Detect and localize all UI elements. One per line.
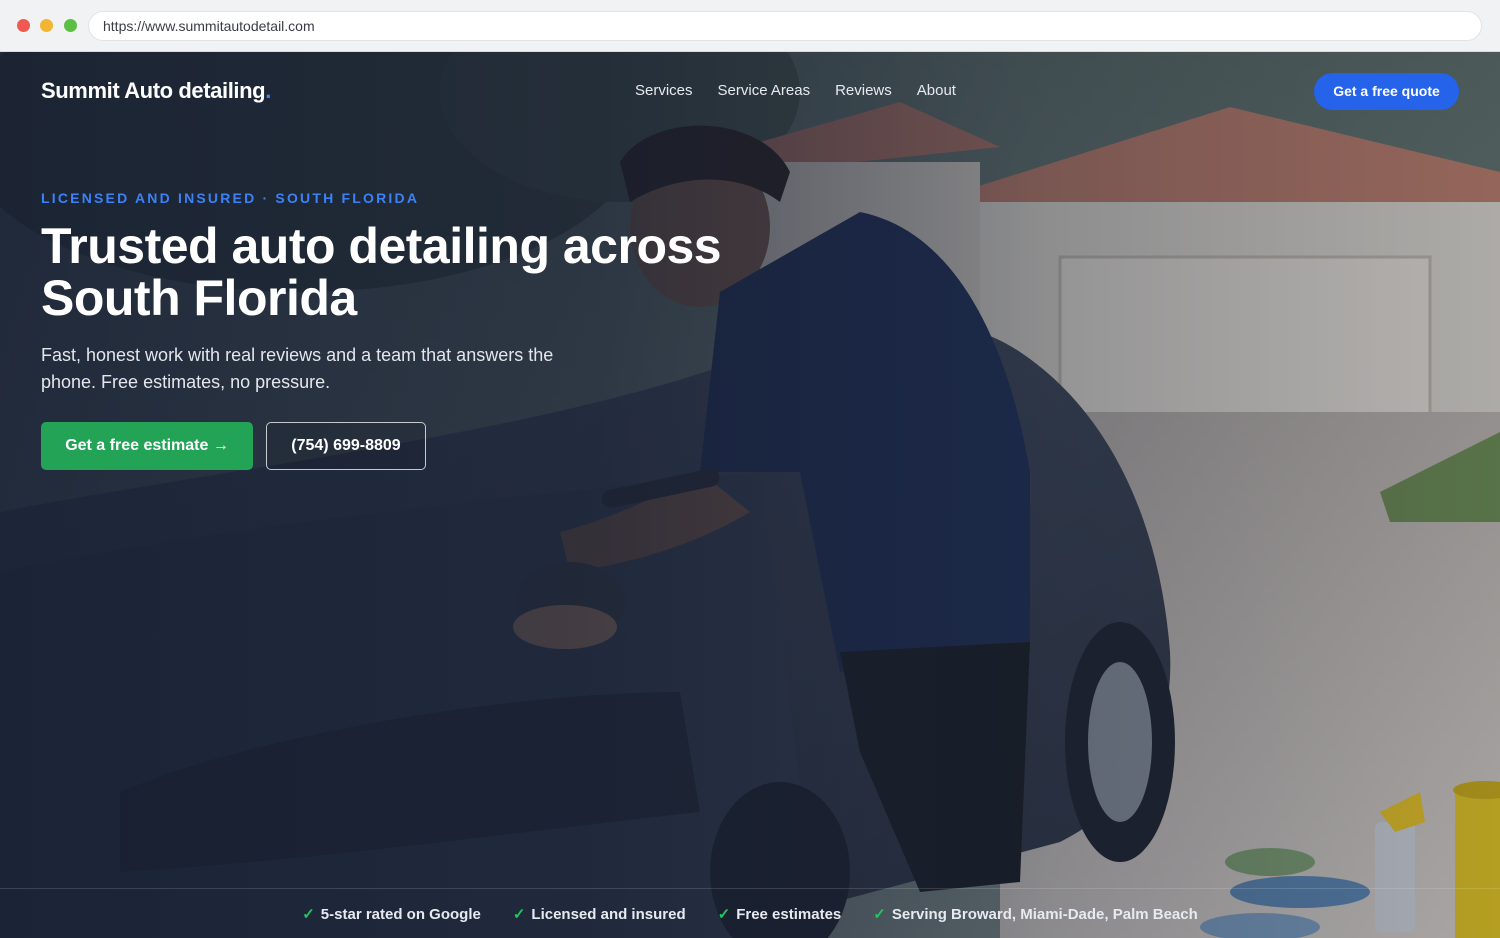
phone-call-button[interactable]: (754) 699-8809 bbox=[266, 422, 426, 470]
trust-item-google-rating: ✓ 5-star rated on Google bbox=[302, 889, 481, 938]
hero-headline: Trusted auto detailing across South Flor… bbox=[41, 218, 722, 326]
trust-item-label: Serving Broward, Miami-Dade, Palm Beach bbox=[891, 905, 1198, 923]
minimize-window-dot[interactable] bbox=[40, 19, 53, 32]
trust-item-label: 5-star rated on Google bbox=[320, 905, 481, 923]
brand-name: Summit Auto detailing bbox=[41, 78, 266, 103]
check-icon: ✓ bbox=[717, 906, 731, 923]
trust-item-service-areas: ✓ Serving Broward, Miami-Dade, Palm Beac… bbox=[873, 889, 1198, 938]
trust-item-label: Licensed and insured bbox=[531, 905, 686, 923]
check-icon: ✓ bbox=[512, 906, 526, 923]
check-icon: ✓ bbox=[302, 906, 315, 923]
trust-item-free-estimates: ✓ Free estimates bbox=[718, 889, 842, 938]
trust-bar: ✓ 5-star rated on Google ✓ Licensed and … bbox=[0, 888, 1500, 938]
nav-link-service-areas[interactable]: Service Areas bbox=[718, 82, 811, 99]
hero-subcopy: Fast, honest work with real reviews and … bbox=[41, 345, 554, 392]
trust-item-licensed: ✓ Licensed and insured bbox=[513, 889, 686, 938]
close-window-dot[interactable] bbox=[17, 19, 30, 32]
hero-dark-overlay bbox=[0, 52, 1500, 938]
nav-link-reviews[interactable]: Reviews bbox=[835, 82, 892, 99]
nav-link-about[interactable]: About bbox=[917, 82, 956, 99]
nav-link-services[interactable]: Services bbox=[635, 82, 693, 99]
main-nav: Services Service Areas Reviews About bbox=[635, 82, 956, 99]
get-free-estimate-button[interactable]: Get a free estimate → bbox=[41, 422, 253, 470]
trust-item-label: Free estimates bbox=[736, 905, 842, 923]
brand-logo[interactable]: Summit Auto detailing. bbox=[41, 78, 271, 104]
get-free-quote-button[interactable]: Get a free quote bbox=[1314, 73, 1459, 110]
hero-eyebrow: LICENSED AND INSURED · SOUTH FLORIDA bbox=[41, 190, 420, 206]
address-bar[interactable]: https://www.summitautodetail.com bbox=[88, 11, 1482, 41]
browser-chrome: https://www.summitautodetail.com bbox=[0, 0, 1500, 52]
check-icon: ✓ bbox=[873, 906, 886, 923]
maximize-window-dot[interactable] bbox=[64, 19, 77, 32]
brand-accent-dot: . bbox=[265, 78, 271, 103]
hero-section: Summit Auto detailing. Services Service … bbox=[0, 52, 1500, 938]
